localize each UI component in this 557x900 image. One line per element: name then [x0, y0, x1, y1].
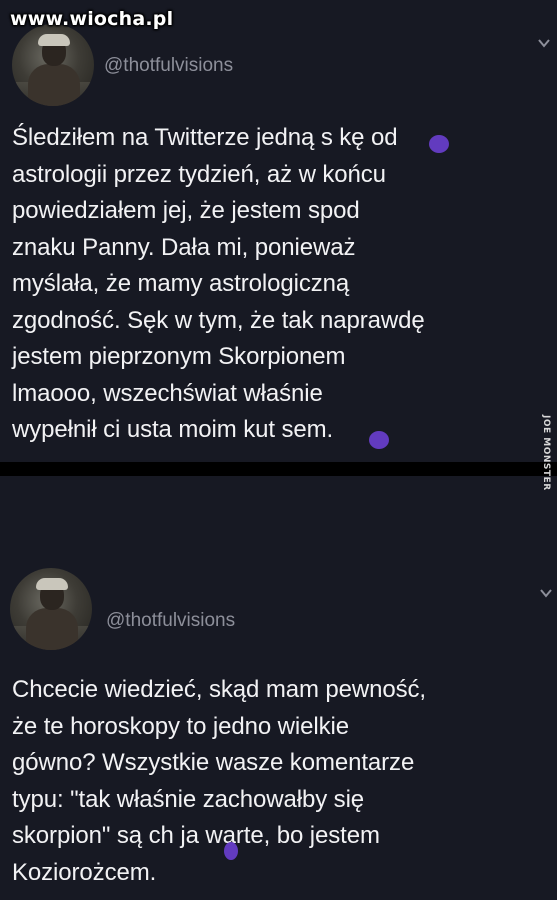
tweet-handle[interactable]: @thotfulvisions — [104, 55, 233, 77]
tweet-divider — [0, 462, 557, 476]
side-watermark: JOE MONSTER — [541, 415, 551, 491]
censor-blot — [224, 842, 238, 860]
tweet-text: Śledziłem na Twitterze jedną s kę od ast… — [12, 124, 425, 443]
avatar[interactable] — [12, 24, 94, 106]
avatar[interactable] — [10, 568, 92, 650]
chevron-down-icon[interactable] — [537, 36, 551, 50]
censor-blot — [429, 135, 449, 153]
chevron-down-icon[interactable] — [539, 586, 553, 600]
site-watermark: www.wiocha.pl — [10, 8, 174, 30]
tweet-card-1[interactable]: @thotfulvisions Śledziłem na Twitterze j… — [0, 0, 557, 462]
tweet-handle[interactable]: @thotfulvisions — [106, 610, 235, 632]
tweet-text: Chcecie wiedzieć, skąd mam pewność, że t… — [12, 676, 427, 886]
censor-blot — [369, 431, 389, 449]
tweet-card-2[interactable]: @thotfulvisions Chcecie wiedzieć, skąd m… — [0, 476, 557, 900]
